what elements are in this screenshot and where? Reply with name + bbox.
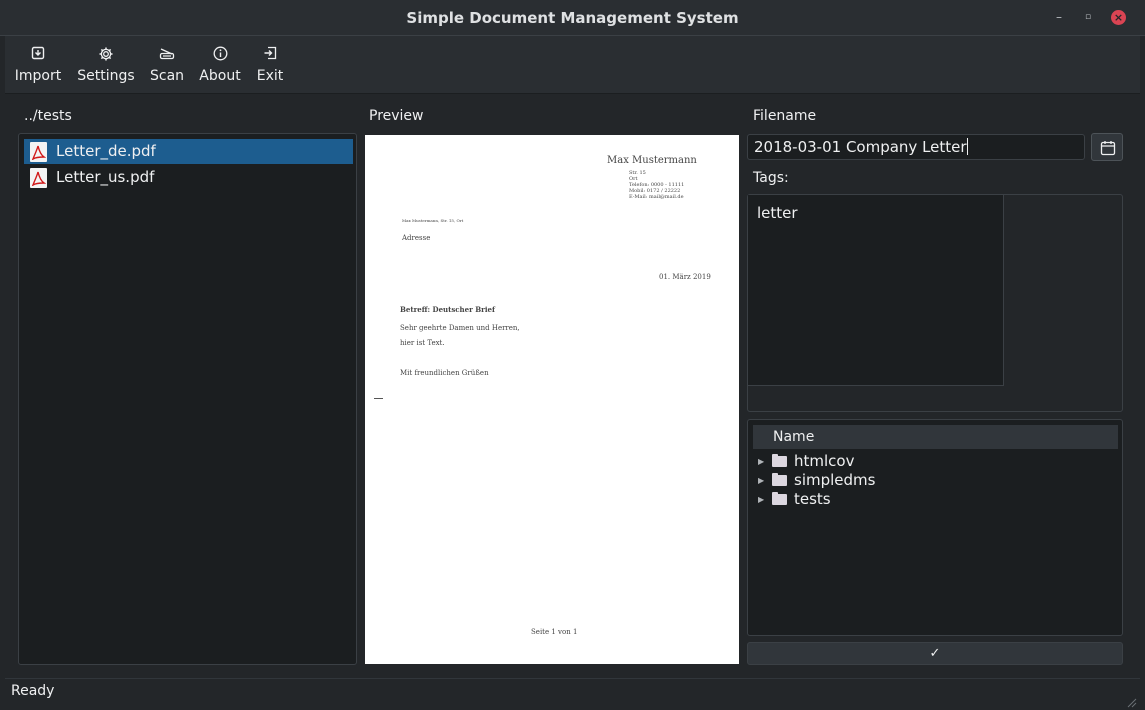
letter-subject: Betreff: Deutscher Brief [400, 305, 495, 314]
document-preview: Max Mustermann Str. 15 Ort Telefon: 0000… [365, 135, 739, 664]
filename-input[interactable]: 2018-03-01 Company Letter [747, 134, 1085, 160]
toolbar: Import Settings Scan About Exit [5, 36, 1140, 94]
scan-label: Scan [150, 68, 185, 84]
file-item[interactable]: Letter_de.pdf [24, 139, 353, 164]
tree-item-tests[interactable]: ▶ tests [758, 490, 831, 509]
file-list[interactable]: Letter_de.pdf Letter_us.pdf [18, 133, 357, 665]
scanner-icon [150, 46, 184, 66]
tags-panel: letter [747, 194, 1123, 412]
gear-icon [76, 46, 136, 66]
resize-grip-icon[interactable] [1127, 692, 1137, 708]
tags-label: Tags: [753, 170, 789, 186]
import-button[interactable]: Import [14, 46, 62, 84]
main-window: Import Settings Scan About Exit ../tests… [5, 36, 1140, 708]
scan-button[interactable]: Scan [150, 46, 184, 84]
text-caret [966, 138, 968, 155]
expand-arrow-icon[interactable]: ▶ [758, 490, 772, 509]
tree-header-name[interactable]: Name [753, 425, 1118, 449]
tree-item-htmlcov[interactable]: ▶ htmlcov [758, 452, 854, 471]
maximize-button[interactable]: ▫ [1080, 9, 1096, 25]
tree-item-simpledms[interactable]: ▶ simpledms [758, 471, 875, 490]
status-bar: Ready [5, 678, 1140, 708]
letter-date: 01. März 2019 [659, 273, 711, 281]
window-title: Simple Document Management System [406, 9, 739, 27]
filename-label: Filename [753, 108, 817, 124]
settings-label: Settings [77, 68, 135, 84]
folder-name: htmlcov [794, 452, 855, 470]
about-button[interactable]: About [197, 46, 243, 84]
expand-arrow-icon[interactable]: ▶ [758, 471, 772, 490]
confirm-button[interactable]: ✓ [747, 642, 1123, 665]
folder-icon [772, 473, 787, 486]
file-name: Letter_de.pdf [56, 142, 156, 160]
file-name: Letter_us.pdf [56, 168, 155, 186]
pdf-icon [30, 168, 47, 188]
info-icon [197, 46, 243, 66]
pdf-icon [30, 142, 47, 162]
folder-tree[interactable]: Name ▶ htmlcov ▶ simpledms ▶ tests [747, 419, 1123, 636]
folder-path-label: ../tests [24, 108, 72, 124]
title-bar: Simple Document Management System – ▫ × [0, 0, 1145, 36]
expand-arrow-icon[interactable]: ▶ [758, 452, 772, 471]
tag-value: letter [757, 204, 798, 222]
tags-input[interactable]: letter [748, 195, 1004, 386]
exit-icon [255, 46, 285, 66]
sender-email: E-Mail: mail@mail.de [629, 194, 684, 200]
letter-closing: Mit freundlichen Grüßen [400, 369, 489, 377]
import-icon [14, 46, 62, 66]
sender-name: Max Mustermann [607, 155, 697, 166]
status-text: Ready [11, 683, 55, 699]
exit-button[interactable]: Exit [255, 46, 285, 84]
folder-icon [772, 492, 787, 505]
preview-label: Preview [369, 108, 424, 124]
close-button[interactable]: × [1111, 10, 1126, 25]
about-label: About [199, 68, 241, 84]
letter-body: hier ist Text. [400, 339, 445, 347]
letter-salutation: Sehr geehrte Damen und Herren, [400, 324, 520, 332]
fold-mark [374, 398, 383, 399]
exit-label: Exit [256, 68, 284, 84]
settings-button[interactable]: Settings [76, 46, 136, 84]
page-footer: Seite 1 von 1 [531, 628, 578, 636]
date-picker-button[interactable] [1091, 133, 1123, 161]
recipient-address: Adresse [402, 234, 431, 242]
sender-details: Str. 15 Ort Telefon: 0000 - 11111 Mobil:… [629, 170, 684, 200]
import-label: Import [14, 68, 62, 84]
filename-value: 2018-03-01 Company Letter [754, 138, 967, 156]
folder-icon [772, 454, 787, 467]
minimize-button[interactable]: – [1051, 9, 1067, 25]
file-item[interactable]: Letter_us.pdf [24, 165, 353, 190]
return-address: Max Mustermann, Str. 15, Ort [402, 218, 464, 223]
folder-name: tests [794, 490, 831, 508]
folder-name: simpledms [794, 471, 876, 489]
